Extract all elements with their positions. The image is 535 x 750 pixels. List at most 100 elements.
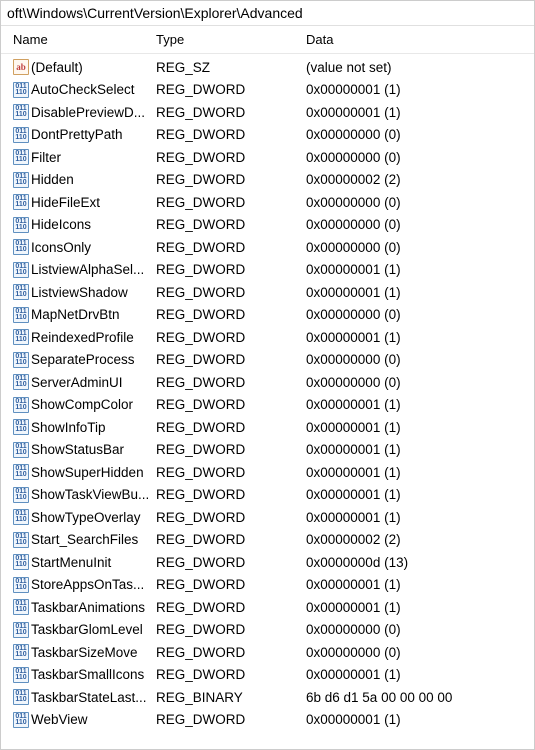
value-data: 0x0000000d (13) [306, 555, 534, 570]
binary-value-icon: 011110 [13, 374, 29, 390]
list-item[interactable]: 011110DontPrettyPathREG_DWORD0x00000000 … [1, 124, 534, 147]
list-item[interactable]: 011110ServerAdminUIREG_DWORD0x00000000 (… [1, 371, 534, 394]
list-item[interactable]: 011110AutoCheckSelectREG_DWORD0x00000001… [1, 79, 534, 102]
value-name: ShowInfoTip [31, 420, 156, 435]
binary-value-icon: 011110 [13, 329, 29, 345]
value-name: ReindexedProfile [31, 330, 156, 345]
list-item[interactable]: 011110HiddenREG_DWORD0x00000002 (2) [1, 169, 534, 192]
list-item[interactable]: 011110DisablePreviewD...REG_DWORD0x00000… [1, 101, 534, 124]
binary-value-icon: 011110 [13, 644, 29, 660]
list-item[interactable]: 011110HideFileExtREG_DWORD0x00000000 (0) [1, 191, 534, 214]
value-data: 0x00000001 (1) [306, 442, 534, 457]
list-item[interactable]: 011110TaskbarSizeMoveREG_DWORD0x00000000… [1, 641, 534, 664]
list-item[interactable]: 011110ListviewShadowREG_DWORD0x00000001 … [1, 281, 534, 304]
list-item[interactable]: 011110ShowInfoTipREG_DWORD0x00000001 (1) [1, 416, 534, 439]
value-data: 0x00000002 (2) [306, 532, 534, 547]
column-header-name[interactable]: Name [1, 32, 156, 47]
value-type: REG_DWORD [156, 465, 306, 480]
registry-path: oft\Windows\CurrentVersion\Explorer\Adva… [7, 5, 303, 21]
list-item[interactable]: 011110ShowStatusBarREG_DWORD0x00000001 (… [1, 439, 534, 462]
value-type: REG_DWORD [156, 622, 306, 637]
value-type: REG_DWORD [156, 127, 306, 142]
list-item[interactable]: 011110FilterREG_DWORD0x00000000 (0) [1, 146, 534, 169]
value-name: HideIcons [31, 217, 156, 232]
value-data: 0x00000000 (0) [306, 352, 534, 367]
value-type: REG_DWORD [156, 375, 306, 390]
value-name: WebView [31, 712, 156, 727]
value-name: ListviewShadow [31, 285, 156, 300]
value-name: ShowSuperHidden [31, 465, 156, 480]
list-item[interactable]: 011110ListviewAlphaSel...REG_DWORD0x0000… [1, 259, 534, 282]
binary-value-icon: 011110 [13, 419, 29, 435]
value-data: 0x00000000 (0) [306, 622, 534, 637]
value-data: 0x00000001 (1) [306, 510, 534, 525]
value-name: AutoCheckSelect [31, 82, 156, 97]
list-item[interactable]: 011110TaskbarAnimationsREG_DWORD0x000000… [1, 596, 534, 619]
binary-value-icon: 011110 [13, 442, 29, 458]
value-data: 0x00000002 (2) [306, 172, 534, 187]
value-name: TaskbarAnimations [31, 600, 156, 615]
value-name: ServerAdminUI [31, 375, 156, 390]
list-item[interactable]: 011110HideIconsREG_DWORD0x00000000 (0) [1, 214, 534, 237]
list-item[interactable]: 011110ShowCompColorREG_DWORD0x00000001 (… [1, 394, 534, 417]
list-item[interactable]: 011110TaskbarSmallIconsREG_DWORD0x000000… [1, 664, 534, 687]
value-data: 0x00000001 (1) [306, 262, 534, 277]
value-type: REG_DWORD [156, 577, 306, 592]
value-type: REG_DWORD [156, 555, 306, 570]
value-name: ShowCompColor [31, 397, 156, 412]
value-type: REG_DWORD [156, 532, 306, 547]
value-name: TaskbarGlomLevel [31, 622, 156, 637]
binary-value-icon: 011110 [13, 307, 29, 323]
value-type: REG_DWORD [156, 600, 306, 615]
list-item[interactable]: 011110StoreAppsOnTas...REG_DWORD0x000000… [1, 574, 534, 597]
value-data: 0x00000001 (1) [306, 330, 534, 345]
value-type: REG_DWORD [156, 172, 306, 187]
value-type: REG_DWORD [156, 645, 306, 660]
binary-value-icon: 011110 [13, 82, 29, 98]
value-type: REG_DWORD [156, 667, 306, 682]
value-type: REG_DWORD [156, 285, 306, 300]
list-item[interactable]: 011110ShowTaskViewBu...REG_DWORD0x000000… [1, 484, 534, 507]
binary-value-icon: 011110 [13, 397, 29, 413]
value-type: REG_DWORD [156, 217, 306, 232]
value-name: Start_SearchFiles [31, 532, 156, 547]
value-type: REG_BINARY [156, 690, 306, 705]
list-item[interactable]: 011110TaskbarStateLast...REG_BINARY6b d6… [1, 686, 534, 709]
column-header-type[interactable]: Type [156, 32, 306, 47]
value-name: TaskbarSmallIcons [31, 667, 156, 682]
value-name: MapNetDrvBtn [31, 307, 156, 322]
list-item[interactable]: 011110TaskbarGlomLevelREG_DWORD0x0000000… [1, 619, 534, 642]
value-data: 0x00000001 (1) [306, 285, 534, 300]
value-data: 0x00000000 (0) [306, 645, 534, 660]
binary-value-icon: 011110 [13, 622, 29, 638]
column-header-data[interactable]: Data [306, 32, 534, 47]
value-type: REG_DWORD [156, 307, 306, 322]
value-name: (Default) [31, 60, 156, 75]
value-name: ShowStatusBar [31, 442, 156, 457]
list-item[interactable]: 011110IconsOnlyREG_DWORD0x00000000 (0) [1, 236, 534, 259]
list-item[interactable]: 011110ShowTypeOverlayREG_DWORD0x00000001… [1, 506, 534, 529]
value-data: 0x00000000 (0) [306, 375, 534, 390]
list-item[interactable]: 011110ReindexedProfileREG_DWORD0x0000000… [1, 326, 534, 349]
binary-value-icon: 011110 [13, 532, 29, 548]
list-item[interactable]: 011110MapNetDrvBtnREG_DWORD0x00000000 (0… [1, 304, 534, 327]
list-item[interactable]: 011110SeparateProcessREG_DWORD0x00000000… [1, 349, 534, 372]
value-type: REG_DWORD [156, 262, 306, 277]
list-item[interactable]: ab(Default)REG_SZ(value not set) [1, 56, 534, 79]
binary-value-icon: 011110 [13, 217, 29, 233]
binary-value-icon: 011110 [13, 554, 29, 570]
binary-value-icon: 011110 [13, 172, 29, 188]
value-name: TaskbarSizeMove [31, 645, 156, 660]
address-bar[interactable]: oft\Windows\CurrentVersion\Explorer\Adva… [1, 1, 534, 26]
binary-value-icon: 011110 [13, 239, 29, 255]
value-data: 0x00000001 (1) [306, 465, 534, 480]
binary-value-icon: 011110 [13, 194, 29, 210]
value-data: 0x00000000 (0) [306, 127, 534, 142]
value-data: 0x00000001 (1) [306, 105, 534, 120]
binary-value-icon: 011110 [13, 284, 29, 300]
binary-value-icon: 011110 [13, 104, 29, 120]
list-item[interactable]: 011110Start_SearchFilesREG_DWORD0x000000… [1, 529, 534, 552]
list-item[interactable]: 011110WebViewREG_DWORD0x00000001 (1) [1, 709, 534, 732]
list-item[interactable]: 011110StartMenuInitREG_DWORD0x0000000d (… [1, 551, 534, 574]
list-item[interactable]: 011110ShowSuperHiddenREG_DWORD0x00000001… [1, 461, 534, 484]
